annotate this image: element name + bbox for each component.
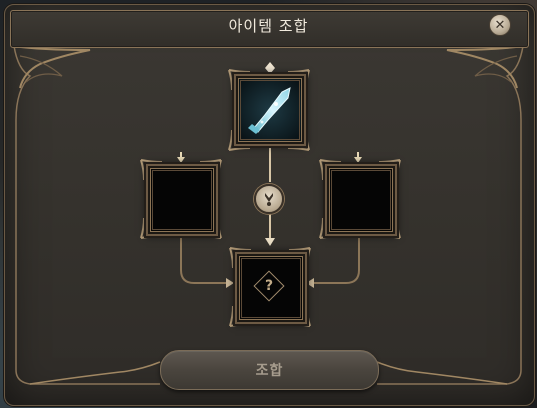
ingredient-slot-right[interactable]	[325, 164, 397, 236]
connector-left	[180, 238, 228, 284]
ingredient-slot-top[interactable]	[234, 74, 306, 146]
arrow-left-to-result	[226, 278, 234, 288]
combine-emblem-icon	[254, 184, 284, 214]
window-title: 아이템 조합	[228, 17, 309, 35]
arrow-right-to-result	[306, 278, 314, 288]
result-unknown-icon: ?	[253, 270, 285, 302]
crystal-dagger-icon	[248, 87, 291, 134]
close-icon[interactable]: ✕	[489, 14, 511, 36]
connector-right	[312, 238, 360, 284]
result-slot[interactable]: ?	[235, 252, 307, 324]
top-slot-indicator-icon	[265, 62, 275, 74]
ingredient-slot-left[interactable]	[146, 164, 218, 236]
combine-button[interactable]: 조합	[160, 350, 379, 390]
combine-button-area: 조합	[160, 350, 379, 390]
result-symbol: ?	[264, 278, 274, 294]
arrow-down-to-result	[265, 238, 275, 246]
